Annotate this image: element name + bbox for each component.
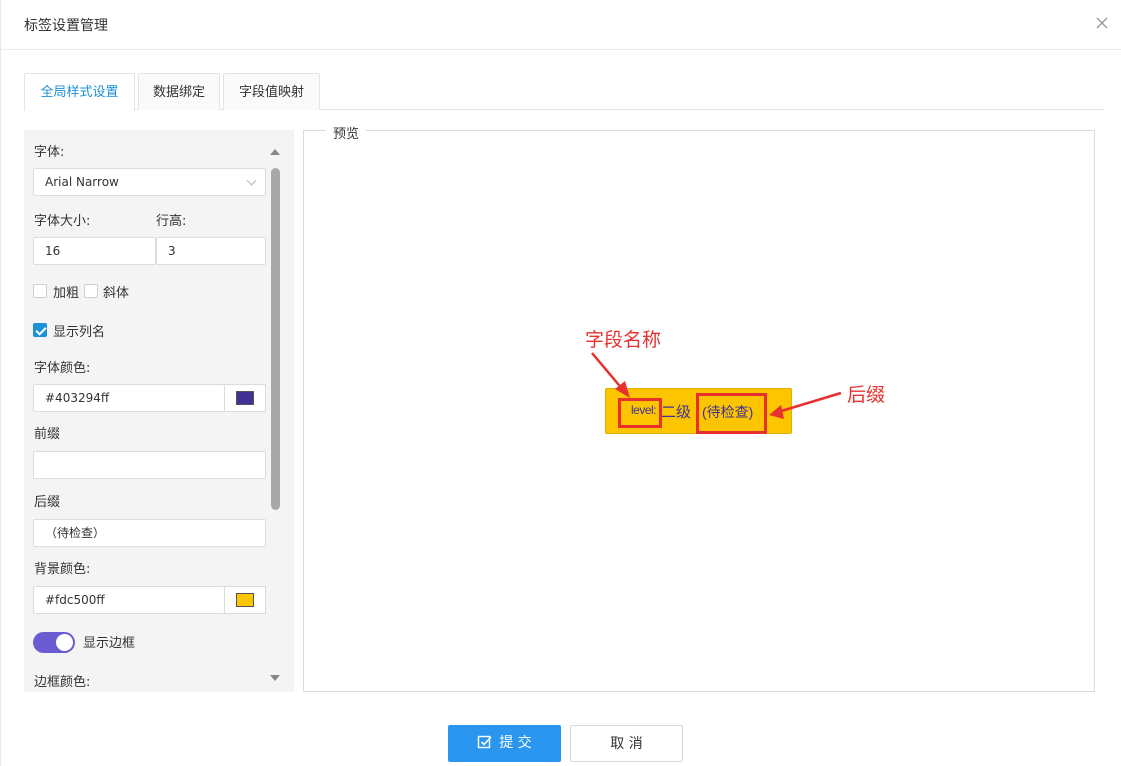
italic-label: 斜体 — [103, 286, 130, 301]
line-height-label: 行高: — [156, 214, 187, 229]
dialog-footer: 提 交 取 消 — [1, 725, 1121, 762]
font-select-value: Arial Narrow — [45, 175, 119, 189]
font-color-input[interactable]: #403294ff — [33, 384, 225, 412]
font-color-picker[interactable] — [224, 384, 266, 412]
font-color-swatch — [236, 391, 254, 405]
scroll-down-arrow-icon[interactable] — [270, 675, 280, 681]
tab-field-mapping[interactable]: 字段值映射 — [223, 73, 320, 110]
preview-box: 预览 level: 二级 (待检查) 字段名称 后缀 — [303, 123, 1095, 692]
tag-settings-dialog: 标签设置管理 全局样式设置 数据绑定 字段值映射 字体: Arial Narro… — [0, 0, 1121, 766]
show-column-checkbox[interactable] — [33, 323, 47, 337]
italic-checkbox[interactable] — [84, 284, 98, 298]
tab-data-binding[interactable]: 数据绑定 — [138, 73, 220, 110]
scroll-up-arrow-icon[interactable] — [270, 149, 280, 155]
show-border-toggle[interactable] — [33, 632, 75, 653]
bg-color-picker[interactable] — [224, 586, 266, 614]
bg-color-swatch — [236, 593, 254, 607]
prefix-input[interactable] — [33, 451, 266, 479]
submit-label: 提 交 — [499, 735, 532, 751]
prefix-label: 前缀 — [34, 427, 61, 442]
tab-global-style[interactable]: 全局样式设置 — [24, 73, 135, 111]
checkbox-edit-icon — [478, 735, 492, 749]
font-size-input[interactable]: 16 — [33, 237, 156, 265]
font-label: 字体: — [34, 145, 65, 160]
toggle-knob — [56, 634, 73, 651]
font-size-label: 字体大小: — [34, 214, 91, 229]
border-color-label: 边框颜色: — [34, 675, 91, 690]
cancel-button[interactable]: 取 消 — [570, 725, 683, 762]
tab-bar: 全局样式设置 数据绑定 字段值映射 — [24, 73, 1104, 111]
bold-label: 加粗 — [53, 286, 80, 301]
bold-checkbox[interactable] — [33, 284, 47, 298]
close-icon[interactable] — [1093, 12, 1111, 34]
font-select[interactable]: Arial Narrow — [33, 168, 266, 196]
show-column-label: 显示列名 — [53, 325, 106, 340]
submit-button[interactable]: 提 交 — [448, 725, 561, 762]
suffix-input[interactable]: （待检查） — [33, 519, 266, 547]
scrollbar-thumb[interactable] — [271, 168, 280, 510]
annotation-arrows — [591, 352, 842, 419]
font-color-label: 字体颜色: — [34, 361, 91, 376]
line-height-input[interactable]: 3 — [156, 237, 266, 265]
suffix-label: 后缀 — [34, 495, 61, 510]
bg-color-label: 背景颜色: — [34, 562, 91, 577]
chevron-down-icon — [246, 175, 257, 186]
style-settings-panel: 字体: Arial Narrow 字体大小: 行高: 16 3 加粗 斜体 显示… — [24, 130, 294, 692]
dialog-title: 标签设置管理 — [24, 18, 108, 34]
show-border-label: 显示边框 — [83, 636, 136, 651]
dialog-header: 标签设置管理 — [1, 0, 1121, 50]
bg-color-input[interactable]: #fdc500ff — [33, 586, 225, 614]
